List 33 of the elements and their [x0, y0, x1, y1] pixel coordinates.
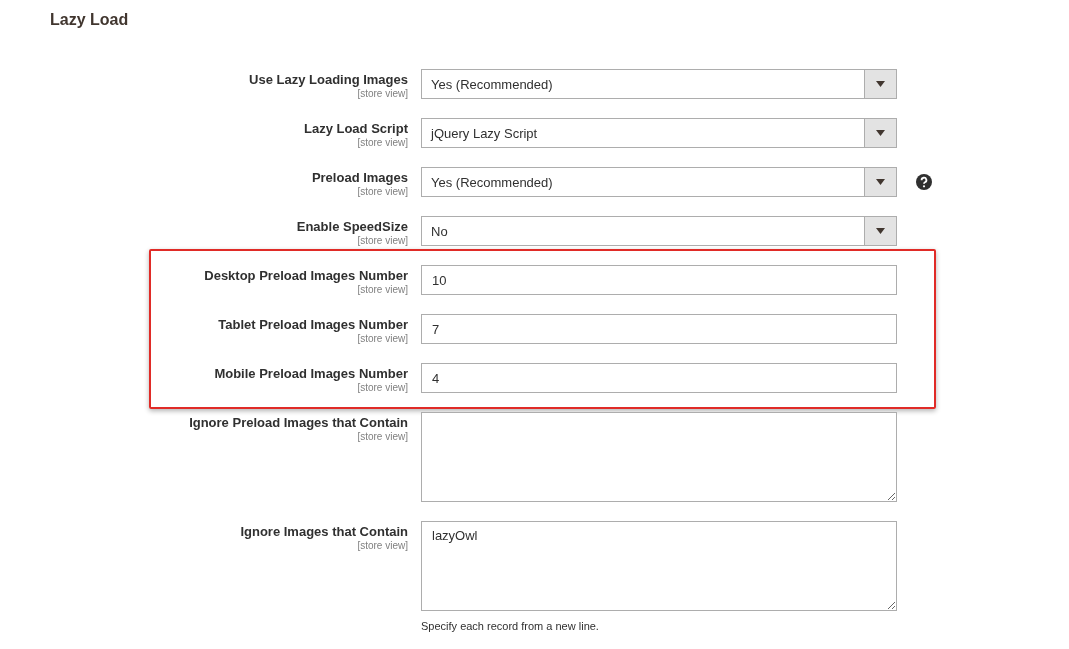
field-label: Ignore Images that Contain	[240, 524, 408, 540]
field-label: Tablet Preload Images Number	[218, 317, 408, 333]
field-label: Desktop Preload Images Number	[204, 268, 408, 284]
scope-label: [store view]	[357, 284, 408, 295]
field-label: Mobile Preload Images Number	[214, 366, 408, 382]
scope-label: [store view]	[357, 88, 408, 99]
scope-label: [store view]	[357, 431, 408, 442]
scope-label: [store view]	[357, 137, 408, 148]
section-title: Lazy Load	[50, 10, 130, 30]
input-field[interactable]: 10	[421, 265, 897, 295]
dropdown[interactable]: No	[421, 216, 897, 246]
field-label: Preload Images	[311, 170, 408, 186]
input-field[interactable]: 4	[421, 363, 897, 393]
text-area[interactable]: lazyOwl	[421, 521, 897, 611]
scope-label: [store view]	[357, 235, 408, 246]
field-note: Specify each record from a new line.	[421, 620, 600, 632]
scope-label: [store view]	[357, 186, 408, 197]
help-icon[interactable]	[916, 174, 932, 190]
caret-icon[interactable]	[864, 168, 896, 196]
field-label: Ignore Preload Images that Contain	[189, 415, 408, 431]
dropdown[interactable]: Yes (Recommended)	[421, 167, 897, 197]
dropdown[interactable]: jQuery Lazy Script	[421, 118, 897, 148]
caret-icon[interactable]	[864, 119, 896, 147]
input-field[interactable]: 7	[421, 314, 897, 344]
scope-label: [store view]	[357, 333, 408, 344]
scope-label: [store view]	[357, 382, 408, 393]
dropdown[interactable]: Yes (Recommended)	[421, 69, 897, 99]
field-label: Use Lazy Loading Images	[249, 72, 408, 88]
caret-icon[interactable]	[864, 70, 896, 98]
field-label: Lazy Load Script	[303, 121, 408, 137]
field-label: Enable SpeedSize	[296, 219, 408, 235]
caret-icon[interactable]	[864, 217, 896, 245]
scope-label: [store view]	[357, 540, 408, 551]
